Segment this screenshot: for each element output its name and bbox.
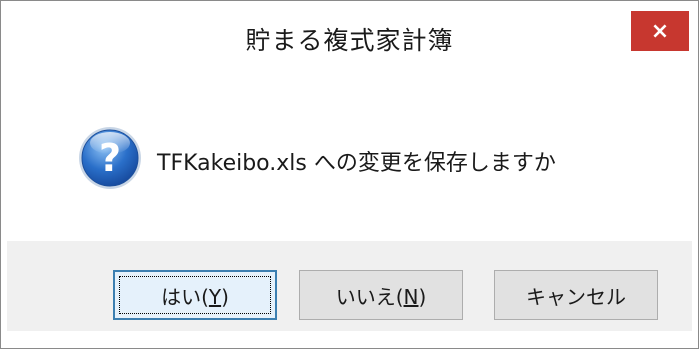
yes-button[interactable]: はい(Y)	[113, 270, 277, 320]
dialog-title: 貯まる複式家計簿	[245, 26, 454, 55]
question-icon: ?	[79, 127, 141, 189]
no-button-label: いいえ(N)	[335, 284, 427, 309]
button-bar: はい(Y) いいえ(N) キャンセル	[7, 241, 692, 331]
focus-ring	[119, 276, 271, 314]
save-changes-dialog: 貯まる複式家計簿 × ? TFKakeibo.xls への変更を保存しますか は…	[0, 0, 699, 349]
no-button[interactable]: いいえ(N)	[299, 270, 463, 320]
cancel-button[interactable]: キャンセル	[494, 270, 658, 320]
close-button[interactable]: ×	[631, 11, 689, 51]
titlebar[interactable]: 貯まる複式家計簿 ×	[1, 1, 698, 71]
dialog-content: ? TFKakeibo.xls への変更を保存しますか	[7, 71, 692, 241]
svg-text:?: ?	[99, 136, 121, 180]
dialog-message: TFKakeibo.xls への変更を保存しますか	[157, 151, 556, 176]
cancel-button-label: キャンセル	[526, 284, 626, 309]
close-icon: ×	[650, 18, 670, 44]
